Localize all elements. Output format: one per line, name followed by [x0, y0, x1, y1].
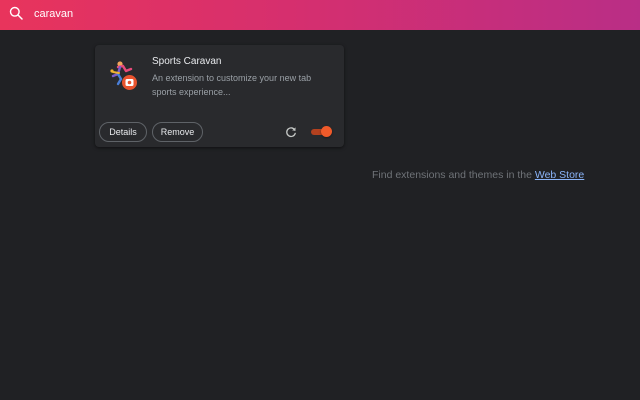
reload-icon[interactable]	[285, 126, 297, 138]
remove-button[interactable]: Remove	[152, 122, 203, 142]
extension-card: Sports Caravan An extension to customize…	[95, 45, 344, 147]
search-input[interactable]	[34, 4, 434, 24]
web-store-hint-text: Find extensions and themes in the	[372, 169, 532, 181]
search-icon[interactable]	[9, 6, 23, 20]
toggle-knob	[321, 126, 332, 137]
web-store-hint: Find extensions and themes in the Web St…	[372, 169, 584, 181]
enable-toggle[interactable]	[311, 126, 332, 138]
search-header	[0, 0, 640, 30]
extension-description: An extension to customize your new tab s…	[152, 73, 312, 97]
details-button[interactable]: Details	[99, 122, 147, 142]
web-store-link[interactable]: Web Store	[535, 169, 584, 181]
sports-caravan-icon	[110, 61, 137, 90]
extension-name: Sports Caravan	[152, 56, 222, 67]
